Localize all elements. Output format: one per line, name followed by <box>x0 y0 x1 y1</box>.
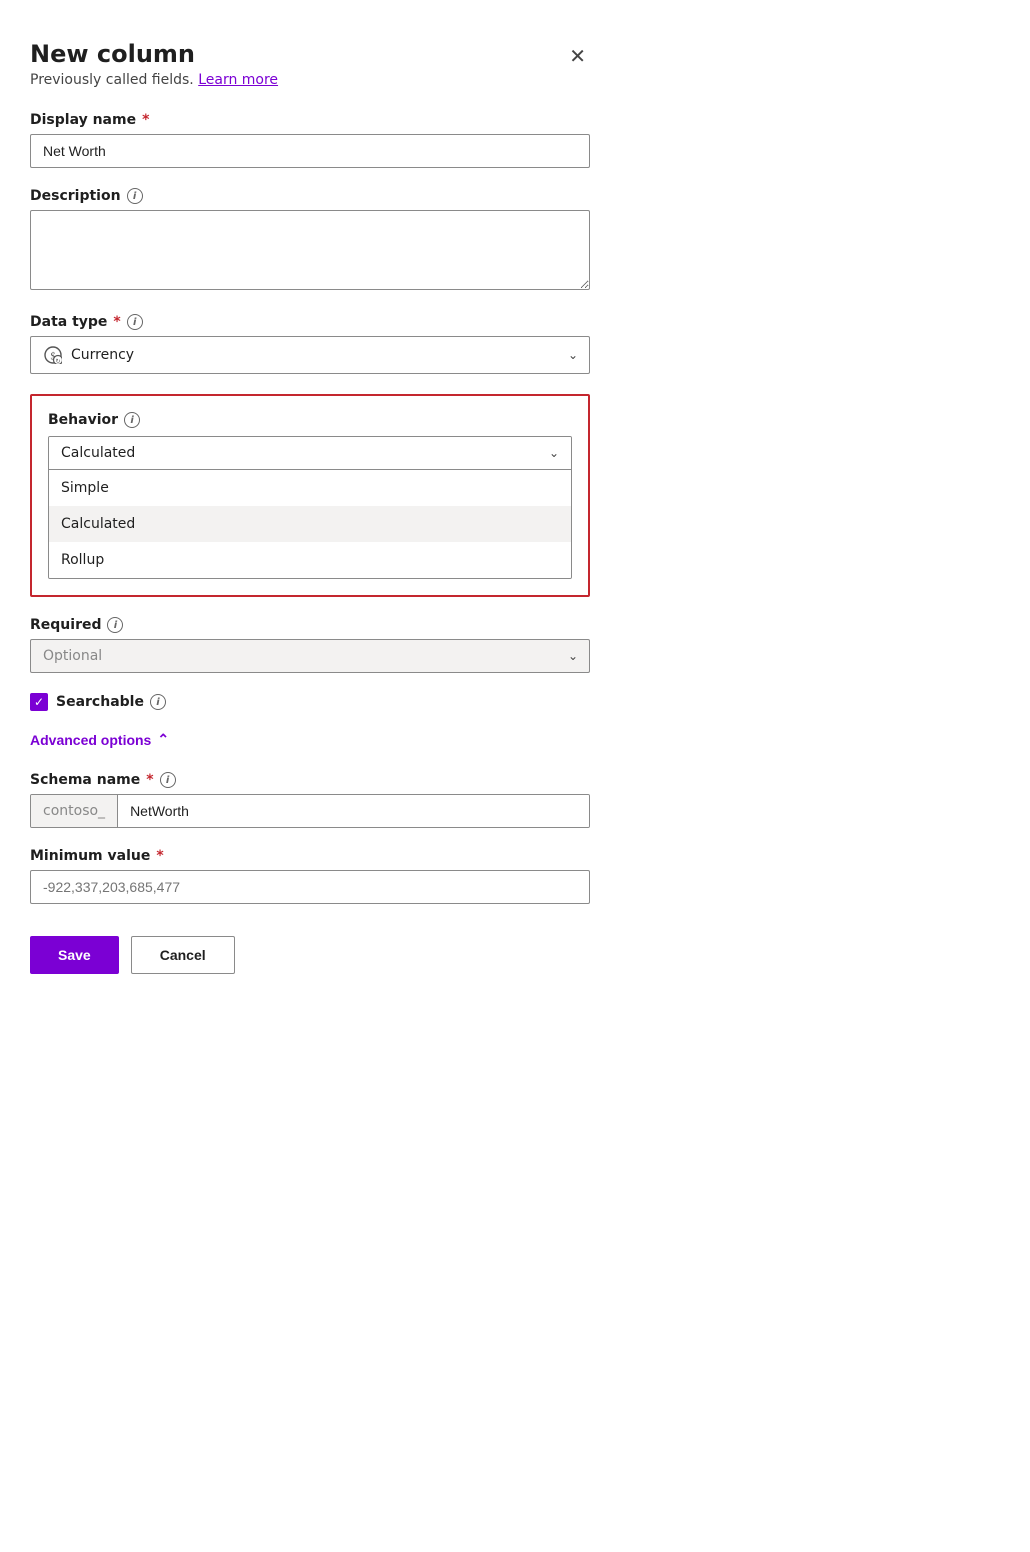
required-field-label: Required i <box>30 617 590 633</box>
required-star: * <box>142 112 149 128</box>
data-type-info-icon: i <box>127 314 143 330</box>
panel-header: New column Previously called fields. Lea… <box>30 40 590 88</box>
data-type-select[interactable]: $ ↻ Currency ⌄ <box>30 336 590 374</box>
behavior-selected[interactable]: Calculated ⌄ <box>49 437 571 470</box>
data-type-value: Currency <box>71 347 134 363</box>
display-name-input[interactable] <box>30 134 590 168</box>
minimum-value-label: Minimum value * <box>30 848 590 864</box>
panel-title: New column <box>30 40 590 68</box>
required-select[interactable]: Optional ⌄ <box>30 639 590 673</box>
schema-name-required-star: * <box>146 772 153 788</box>
data-type-group: Data type * i $ ↻ Currency ⌄ <box>30 314 590 374</box>
minimum-value-group: Minimum value * <box>30 848 590 904</box>
behavior-section: Behavior i Calculated ⌄ Simple Calculate… <box>30 394 590 597</box>
display-name-label: Display name * <box>30 112 590 128</box>
description-group: Description i <box>30 188 590 294</box>
required-value: Optional <box>43 648 102 664</box>
svg-text:↻: ↻ <box>55 358 60 364</box>
button-row: Save Cancel <box>30 936 590 974</box>
learn-more-link[interactable]: Learn more <box>198 72 278 88</box>
data-type-required-star: * <box>113 314 120 330</box>
minimum-value-required-star: * <box>156 848 163 864</box>
advanced-options-chevron-icon: ⌃ <box>157 731 169 748</box>
schema-name-input[interactable] <box>118 795 589 827</box>
schema-name-input-row: contoso_ <box>30 794 590 828</box>
behavior-option-calculated[interactable]: Calculated <box>49 506 571 542</box>
new-column-panel: ✕ New column Previously called fields. L… <box>30 40 590 974</box>
behavior-info-icon: i <box>124 412 140 428</box>
description-input[interactable] <box>30 210 590 290</box>
behavior-selected-value: Calculated <box>61 445 135 461</box>
required-field-group: Required i Optional ⌄ <box>30 617 590 673</box>
required-selected-display[interactable]: Optional <box>30 639 590 673</box>
panel-subtitle: Previously called fields. Learn more <box>30 72 590 88</box>
behavior-options-list: Simple Calculated Rollup <box>49 470 571 578</box>
behavior-chevron-icon: ⌄ <box>549 446 559 460</box>
behavior-option-simple[interactable]: Simple <box>49 470 571 506</box>
schema-prefix: contoso_ <box>31 795 118 827</box>
searchable-row: ✓ Searchable i <box>30 693 590 711</box>
cancel-button[interactable]: Cancel <box>131 936 235 974</box>
minimum-value-input[interactable] <box>30 870 590 904</box>
description-info-icon: i <box>127 188 143 204</box>
advanced-options-toggle[interactable]: Advanced options ⌃ <box>30 731 169 748</box>
schema-name-label: Schema name * i <box>30 772 590 788</box>
close-button[interactable]: ✕ <box>565 40 590 73</box>
description-label: Description i <box>30 188 590 204</box>
data-type-selected-display[interactable]: $ ↻ Currency <box>30 336 590 374</box>
required-info-icon: i <box>107 617 123 633</box>
searchable-info-icon: i <box>150 694 166 710</box>
schema-name-group: Schema name * i contoso_ <box>30 772 590 828</box>
subtitle-text: Previously called fields. <box>30 72 194 88</box>
behavior-dropdown[interactable]: Calculated ⌄ Simple Calculated Rollup <box>48 436 572 579</box>
checkmark-icon: ✓ <box>34 696 44 708</box>
behavior-label: Behavior i <box>48 412 572 428</box>
save-button[interactable]: Save <box>30 936 119 974</box>
searchable-label: Searchable i <box>56 694 166 710</box>
currency-icon: $ ↻ <box>43 345 63 365</box>
behavior-option-rollup[interactable]: Rollup <box>49 542 571 578</box>
searchable-checkbox[interactable]: ✓ <box>30 693 48 711</box>
display-name-group: Display name * <box>30 112 590 168</box>
schema-name-info-icon: i <box>160 772 176 788</box>
data-type-label: Data type * i <box>30 314 590 330</box>
